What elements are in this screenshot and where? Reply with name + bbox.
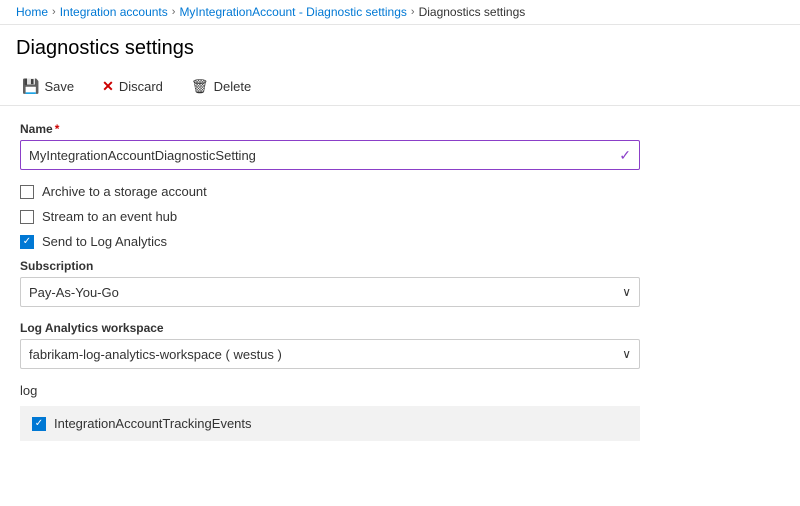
breadcrumb-sep-1: › bbox=[52, 6, 56, 18]
log-analytics-checkbox-row: Send to Log Analytics bbox=[20, 234, 780, 249]
log-table: IntegrationAccountTrackingEvents bbox=[20, 406, 640, 441]
content-area: Name* MyIntegrationAccountDiagnosticSett… bbox=[0, 106, 800, 506]
log-analytics-workspace-dropdown[interactable]: fabrikam-log-analytics-workspace ( westu… bbox=[20, 339, 640, 369]
breadcrumb-sep-3: › bbox=[411, 6, 415, 18]
stream-checkbox-row: Stream to an event hub bbox=[20, 209, 780, 224]
discard-label: Discard bbox=[119, 79, 163, 94]
save-icon: 💾 bbox=[22, 78, 39, 95]
subscription-value: Pay-As-You-Go bbox=[29, 285, 119, 300]
log-tracking-events-label: IntegrationAccountTrackingEvents bbox=[54, 416, 252, 431]
subscription-field-group: Subscription Pay-As-You-Go ∨ bbox=[20, 259, 780, 307]
discard-icon: ✕ bbox=[102, 78, 114, 95]
save-button[interactable]: 💾 Save bbox=[16, 74, 80, 99]
log-tracking-events-checkbox[interactable] bbox=[32, 417, 46, 431]
delete-label: Delete bbox=[214, 79, 252, 94]
log-analytics-workspace-label: Log Analytics workspace bbox=[20, 321, 780, 335]
breadcrumb-current: Diagnostics settings bbox=[419, 5, 526, 19]
subscription-dropdown[interactable]: Pay-As-You-Go ∨ bbox=[20, 277, 640, 307]
discard-button[interactable]: ✕ Discard bbox=[96, 74, 169, 99]
subscription-chevron-icon: ∨ bbox=[622, 285, 631, 299]
log-analytics-workspace-chevron-icon: ∨ bbox=[622, 347, 631, 361]
log-analytics-label: Send to Log Analytics bbox=[42, 234, 167, 249]
breadcrumb-integration-accounts[interactable]: Integration accounts bbox=[60, 5, 168, 19]
log-row: IntegrationAccountTrackingEvents bbox=[32, 416, 628, 431]
page-title: Diagnostics settings bbox=[0, 25, 800, 68]
subscription-label: Subscription bbox=[20, 259, 780, 273]
log-section-label: log bbox=[20, 383, 780, 398]
archive-checkbox[interactable] bbox=[20, 185, 34, 199]
delete-icon: 🗑 bbox=[191, 78, 209, 95]
breadcrumb-my-integration-account[interactable]: MyIntegrationAccount - Diagnostic settin… bbox=[179, 5, 406, 19]
archive-checkbox-row: Archive to a storage account bbox=[20, 184, 780, 199]
save-label: Save bbox=[44, 79, 74, 94]
required-marker: * bbox=[55, 122, 60, 136]
breadcrumb-sep-2: › bbox=[172, 6, 176, 18]
log-analytics-workspace-value: fabrikam-log-analytics-workspace ( westu… bbox=[29, 347, 282, 362]
log-section: log IntegrationAccountTrackingEvents bbox=[20, 383, 780, 441]
checkmark-icon: ✓ bbox=[619, 147, 631, 164]
log-analytics-checkbox[interactable] bbox=[20, 235, 34, 249]
name-field-group: Name* MyIntegrationAccountDiagnosticSett… bbox=[20, 122, 780, 170]
archive-label: Archive to a storage account bbox=[42, 184, 207, 199]
stream-checkbox[interactable] bbox=[20, 210, 34, 224]
name-value: MyIntegrationAccountDiagnosticSetting bbox=[29, 148, 256, 163]
breadcrumb: Home › Integration accounts › MyIntegrat… bbox=[0, 0, 800, 25]
log-analytics-workspace-field-group: Log Analytics workspace fabrikam-log-ana… bbox=[20, 321, 780, 369]
toolbar: 💾 Save ✕ Discard 🗑 Delete bbox=[0, 68, 800, 106]
name-input[interactable]: MyIntegrationAccountDiagnosticSetting ✓ bbox=[20, 140, 640, 170]
delete-button[interactable]: 🗑 Delete bbox=[185, 74, 257, 99]
breadcrumb-home[interactable]: Home bbox=[16, 5, 48, 19]
stream-label: Stream to an event hub bbox=[42, 209, 177, 224]
name-label: Name* bbox=[20, 122, 780, 136]
